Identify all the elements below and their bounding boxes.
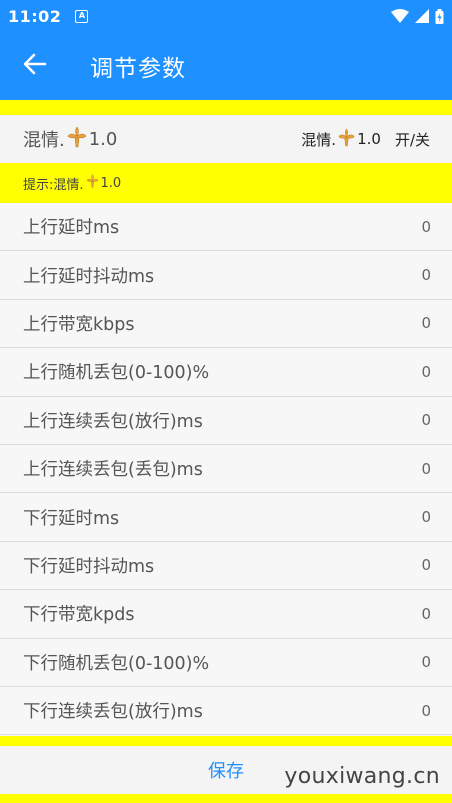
param-row[interactable]: 下行延时ms 0: [0, 493, 452, 542]
param-value: 0: [421, 362, 431, 381]
mode-label-suffix: 1.0: [88, 128, 118, 150]
wifi-icon: [391, 9, 409, 23]
param-label: 上行带宽kbps: [23, 314, 135, 335]
param-value: 0: [421, 217, 431, 236]
back-arrow-icon: [23, 53, 47, 79]
save-button[interactable]: 保存: [208, 757, 244, 783]
param-value: 0: [421, 556, 431, 575]
mode-label-prefix: 混情.: [23, 130, 65, 151]
param-row[interactable]: 下行连续丢包(放行)ms 0: [0, 686, 452, 736]
mode-name-suffix: 1.0: [357, 130, 381, 148]
param-row[interactable]: 上行随机丢包(0-100)% 0: [0, 348, 452, 397]
param-label: 上行延时ms: [23, 218, 120, 239]
highlight-strip-footer: [0, 794, 452, 803]
param-label: 上行延时抖动ms: [23, 266, 155, 287]
param-value: 0: [421, 266, 431, 285]
param-row[interactable]: 下行带宽kpds 0: [0, 590, 452, 639]
status-icons: [391, 8, 444, 24]
param-value: 0: [421, 508, 431, 527]
param-row[interactable]: 上行延时抖动ms 0: [0, 251, 452, 300]
param-label: 下行带宽kpds: [23, 605, 135, 626]
param-row[interactable]: 上行延时ms 0: [0, 203, 452, 252]
toggle-row: 混情. 1.0 混情. 1.0 开/关: [0, 115, 452, 163]
param-label: 下行连续丢包(放行)ms: [23, 702, 203, 723]
watermark: youxiwang.cn: [284, 764, 440, 789]
highlight-strip-top: [0, 100, 452, 115]
mode-toggle: 混情. 1.0 开/关: [301, 128, 430, 151]
param-label: 上行连续丢包(放行)ms: [23, 411, 203, 432]
param-row[interactable]: 上行连续丢包(丢包)ms 0: [0, 444, 452, 494]
fleur-de-lis-icon: [86, 174, 99, 192]
fleur-de-lis-icon: [338, 128, 355, 151]
back-button[interactable]: [0, 32, 70, 100]
param-value: 0: [421, 653, 431, 672]
param-label: 上行随机丢包(0-100)%: [23, 363, 210, 384]
status-time: 11:02: [8, 6, 62, 26]
param-row[interactable]: 上行带宽kbps 0: [0, 299, 452, 349]
param-value: 0: [421, 459, 431, 478]
param-label: 下行延时ms: [23, 508, 120, 529]
page-title: 调节参数: [90, 56, 186, 82]
param-label: 上行连续丢包(丢包)ms: [23, 460, 203, 481]
param-value: 0: [421, 411, 431, 430]
signal-icon: [415, 9, 429, 23]
app-bar: 调节参数: [0, 32, 452, 100]
param-row[interactable]: 下行延时抖动ms 0: [0, 541, 452, 591]
status-bar: 11:02 A: [0, 0, 452, 32]
notification-icon: A: [75, 9, 89, 23]
hint-prefix: 提示:混情.: [23, 177, 84, 193]
hint-suffix: 1.0: [100, 175, 122, 191]
fleur-de-lis-icon: [67, 125, 87, 153]
highlight-strip-bottom: [0, 736, 452, 746]
param-value: 0: [421, 604, 431, 623]
on-off-toggle[interactable]: 开/关: [395, 129, 430, 150]
mode-label: 混情. 1.0: [23, 125, 118, 153]
param-row[interactable]: 上行连续丢包(放行)ms 0: [0, 396, 452, 445]
param-label: 下行延时抖动ms: [23, 556, 155, 577]
param-row[interactable]: 下行随机丢包(0-100)% 0: [0, 638, 452, 687]
param-label: 下行随机丢包(0-100)%: [23, 653, 210, 674]
param-value: 0: [421, 314, 431, 333]
param-value: 0: [421, 701, 431, 720]
mode-name-prefix: 混情.: [301, 130, 337, 149]
battery-icon: [435, 8, 444, 24]
hint-bar: 提示:混情. 1.0: [0, 163, 452, 203]
param-list: 上行延时ms 0 上行延时抖动ms 0 上行带宽kbps 0 上行随机丢包(0-100…: [0, 203, 452, 736]
